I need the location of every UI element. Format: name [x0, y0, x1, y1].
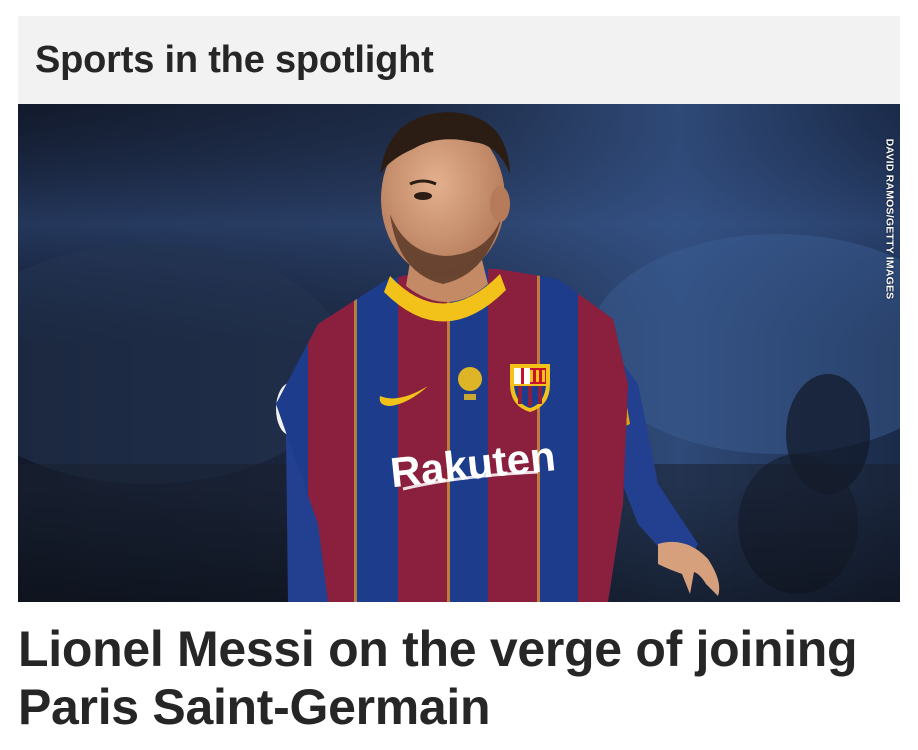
article-image[interactable]: Rakuten DAVID RAMOS/GETTY IMAGES	[18, 104, 900, 602]
photo-credit: DAVID RAMOS/GETTY IMAGES	[883, 138, 896, 300]
sports-spotlight-module: Sports in the spotlight Rakuten DAVID RA…	[18, 16, 900, 736]
section-title: Sports in the spotlight	[35, 38, 434, 81]
article-headline[interactable]: Lionel Messi on the verge of joining Par…	[18, 602, 900, 736]
player-photo: Rakuten	[18, 104, 900, 602]
section-header: Sports in the spotlight	[18, 16, 900, 104]
